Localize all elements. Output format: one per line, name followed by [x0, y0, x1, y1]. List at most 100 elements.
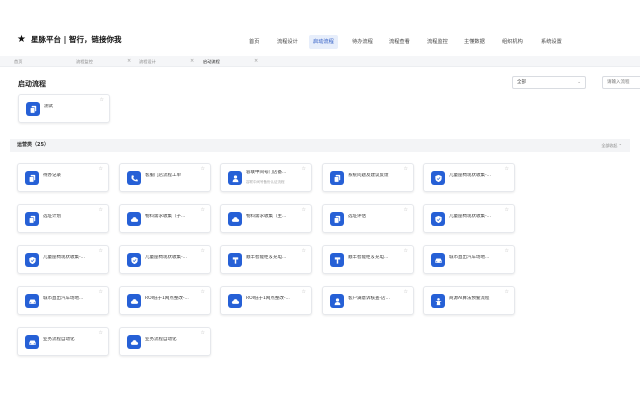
process-card[interactable]: ROI低于1网点整改-... ☆: [220, 286, 312, 315]
tab-home[interactable]: 首页: [14, 56, 22, 67]
nav-item-organization[interactable]: 组织机构: [498, 35, 527, 49]
star-icon[interactable]: ☆: [302, 208, 306, 213]
star-icon[interactable]: ☆: [201, 208, 205, 213]
cabinet-icon: [228, 253, 242, 267]
nav-item-process-design[interactable]: 流程设计: [273, 35, 302, 49]
process-card[interactable]: 物料需求收集（子... ☆: [119, 204, 211, 233]
close-icon[interactable]: ×: [254, 56, 258, 67]
card-label: 儿童座椅现状收集-...: [449, 173, 491, 178]
star-icon[interactable]: ☆: [404, 249, 408, 254]
category-select[interactable]: 全部 ⌄: [512, 76, 586, 89]
close-icon[interactable]: ×: [190, 56, 194, 67]
star-icon[interactable]: ☆: [404, 167, 408, 172]
star-icon[interactable]: ☆: [201, 331, 205, 336]
card-label: 顺丰智能柜＆充电...: [348, 255, 389, 260]
nav-item-view[interactable]: 流程查看: [385, 35, 414, 49]
star-icon[interactable]: ☆: [99, 290, 103, 295]
process-card[interactable]: 业务流程自动化 ☆: [119, 327, 211, 356]
cloud-icon: [127, 212, 141, 226]
star-icon[interactable]: ☆: [404, 208, 408, 213]
process-card[interactable]: 商源AI算法预警流程 ☆: [423, 286, 515, 315]
nav-item-start-process[interactable]: 启动流程: [309, 35, 338, 49]
collapse-label: 全部收起: [601, 143, 618, 148]
star-icon[interactable]: ☆: [505, 249, 509, 254]
star-icon[interactable]: ☆: [201, 249, 205, 254]
process-card[interactable]: 顺丰智能柜＆充电... ☆: [322, 245, 414, 274]
user-icon: [330, 294, 344, 308]
process-card[interactable]: 客服门店流程工单 ☆: [119, 163, 211, 192]
card-label: 业务流程自动化: [145, 337, 177, 342]
copy-icon: [330, 171, 344, 185]
person-icon: [431, 294, 445, 308]
process-card[interactable]: 测试 ☆: [18, 94, 110, 123]
process-card[interactable]: 系统问题及建议反馈 ☆: [322, 163, 414, 192]
nav-item-home[interactable]: 首页: [245, 35, 263, 49]
process-card[interactable]: 城市直出汽车场地... ☆: [423, 245, 515, 274]
process-card[interactable]: 儿童座椅现状收集-... ☆: [17, 245, 109, 274]
star-icon[interactable]: ☆: [201, 167, 205, 172]
collapse-all-button[interactable]: 全部收起 ⌃: [601, 139, 622, 152]
app-header: ★ 星脉平台 | 智行，链接你我 首页 流程设计 启动流程 待办流程 流程查看 …: [0, 0, 640, 55]
process-card[interactable]: 业务流程自动化 ☆: [17, 327, 109, 356]
tab-start-process[interactable]: 启动流程: [203, 56, 220, 67]
star-icon[interactable]: ☆: [505, 167, 509, 172]
car-icon: [25, 294, 39, 308]
process-card[interactable]: 儿童座椅现状收集-... ☆: [119, 245, 211, 274]
process-card[interactable]: 客户满意诉核查-店... ☆: [322, 286, 414, 315]
star-icon[interactable]: ☆: [201, 290, 205, 295]
nav-item-master-data[interactable]: 主懂数据: [460, 35, 489, 49]
process-card[interactable]: 顺丰智能柜＆充电... ☆: [220, 245, 312, 274]
card-label: ROI低于1网点整改-...: [246, 296, 290, 301]
star-icon[interactable]: ☆: [99, 331, 103, 336]
star-icon[interactable]: ☆: [302, 290, 306, 295]
card-label: 客服门店流程工单: [145, 173, 181, 178]
process-card[interactable]: ROI低于1网点整改-... ☆: [119, 286, 211, 315]
process-card[interactable]: 待办记录 ☆: [17, 163, 109, 192]
star-icon[interactable]: ☆: [505, 208, 509, 213]
process-card[interactable]: 城市直出汽车场地... ☆: [17, 286, 109, 315]
process-card[interactable]: 儿童座椅现状收集-... ☆: [423, 204, 515, 233]
card-label: ROI低于1网点整改-...: [145, 296, 189, 301]
star-icon[interactable]: ☆: [100, 98, 104, 103]
process-card[interactable]: 儿童座椅现状收集-... ☆: [423, 163, 515, 192]
close-icon[interactable]: ×: [127, 56, 131, 67]
star-icon[interactable]: ☆: [99, 249, 103, 254]
star-icon[interactable]: ☆: [302, 249, 306, 254]
process-card[interactable]: 物料需求收集（主... ☆: [220, 204, 312, 233]
process-card[interactable]: 选址计划 ☆: [17, 204, 109, 233]
star-icon[interactable]: ☆: [505, 290, 509, 295]
process-card[interactable]: 容联中间号门店备... 容联中间号备份认证流程 ☆: [220, 163, 312, 192]
star-icon[interactable]: ☆: [404, 290, 408, 295]
search-box[interactable]: [602, 76, 640, 89]
nav-item-settings[interactable]: 系统设置: [537, 35, 566, 49]
tab-process-monitor[interactable]: 流程监控: [76, 56, 93, 67]
tab-process-design[interactable]: 流程设计: [139, 56, 156, 67]
previous-section-panel: 测试 ☆: [10, 94, 630, 128]
chevron-down-icon: ⌄: [577, 80, 581, 85]
shield-icon: [431, 212, 445, 226]
process-card[interactable]: 选址评估 ☆: [322, 204, 414, 233]
shield-icon: [25, 253, 39, 267]
nav-item-todo[interactable]: 待办流程: [348, 35, 377, 49]
search-input[interactable]: [603, 77, 640, 88]
star-icon[interactable]: ☆: [99, 167, 103, 172]
nav-item-monitor[interactable]: 流程监控: [423, 35, 452, 49]
card-label: 选址评估: [348, 214, 366, 219]
card-label: 客户满意诉核查-店...: [348, 296, 390, 301]
card-label: 儿童座椅现状收集-...: [43, 255, 85, 260]
card-label: 城市直出汽车场地...: [43, 296, 84, 301]
shield-icon: [127, 253, 141, 267]
section-header: 运营类（25） 全部收起 ⌃: [10, 139, 630, 152]
section-title: 运营类（25）: [17, 142, 49, 148]
card-label: 城市直出汽车场地...: [449, 255, 490, 260]
card-label: 待办记录: [43, 173, 61, 178]
cloud-icon: [127, 294, 141, 308]
star-icon[interactable]: ☆: [99, 208, 103, 213]
star-icon[interactable]: ☆: [302, 167, 306, 172]
card-label: 物料需求收集（主...: [246, 214, 287, 219]
card-label: 物料需求收集（子...: [145, 214, 186, 219]
copy-icon: [330, 212, 344, 226]
copy-icon: [25, 212, 39, 226]
page-scrollbar[interactable]: [630, 94, 634, 374]
chevron-up-icon: ⌃: [618, 143, 622, 148]
